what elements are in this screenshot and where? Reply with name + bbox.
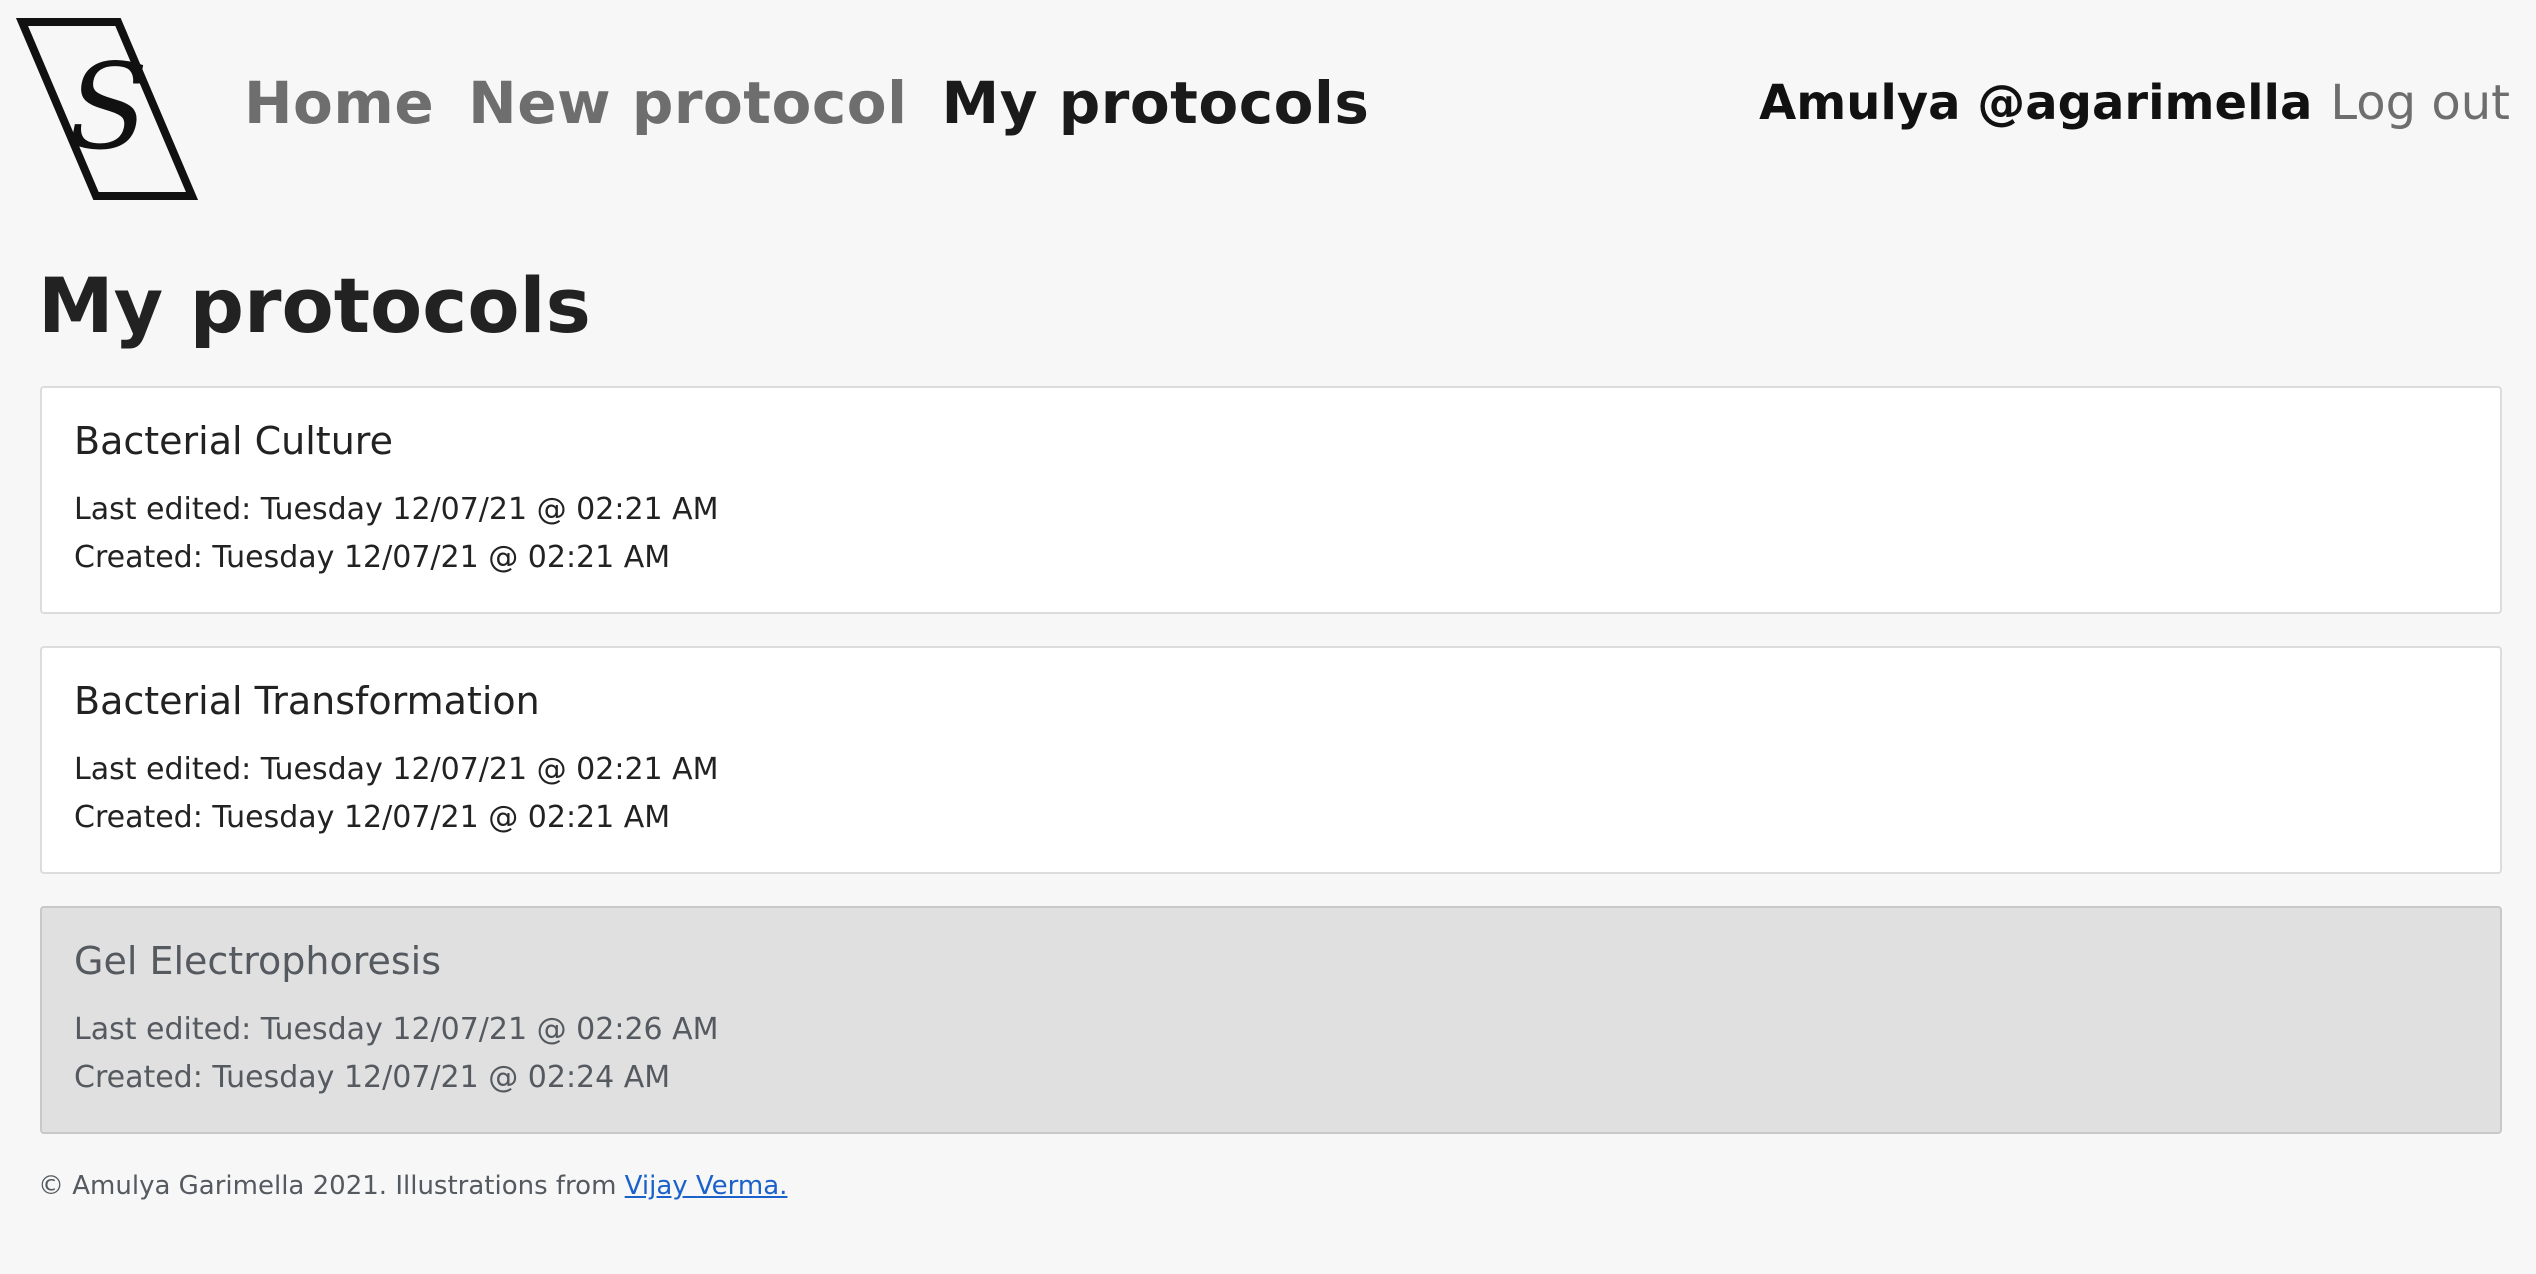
protocol-name: Gel Electrophoresis — [74, 939, 442, 983]
protocol-created: Created: Tuesday 12/07/21 @ 02:21 AM — [74, 540, 671, 575]
user-display-name: Amulya @agarimella — [1759, 75, 2313, 131]
site-footer: © Amulya Garimella 2021. Illustrations f… — [38, 1166, 787, 1206]
protocol-created: Created: Tuesday 12/07/21 @ 02:21 AM — [74, 800, 671, 835]
user-area: Amulya @agarimella Log out — [1759, 58, 2510, 148]
site-header: S Home New protocol My protocols Amulya … — [0, 0, 2536, 220]
footer-illustrator-link[interactable]: Vijay Verma. — [625, 1171, 788, 1201]
nav-new-protocol-link[interactable]: New protocol — [468, 69, 907, 137]
nav-my-protocols-link[interactable]: My protocols — [941, 69, 1369, 137]
protocol-card[interactable]: Gel Electrophoresis Last edited: Tuesday… — [40, 906, 2502, 1134]
protocol-card[interactable]: Bacterial Culture Last edited: Tuesday 1… — [40, 386, 2502, 614]
protocol-created: Created: Tuesday 12/07/21 @ 02:24 AM — [74, 1060, 671, 1095]
footer-copyright: © Amulya Garimella 2021. Illustrations f… — [38, 1171, 625, 1201]
site-logo[interactable]: S — [15, 18, 199, 202]
protocol-name: Bacterial Transformation — [74, 679, 540, 723]
protocol-last-edited: Last edited: Tuesday 12/07/21 @ 02:21 AM — [74, 752, 719, 787]
page-title: My protocols — [38, 261, 591, 350]
main-nav: Home New protocol My protocols — [244, 58, 1403, 148]
svg-text:S: S — [68, 38, 149, 176]
protocol-card[interactable]: Bacterial Transformation Last edited: Tu… — [40, 646, 2502, 874]
logout-link[interactable]: Log out — [2330, 75, 2510, 131]
protocol-last-edited: Last edited: Tuesday 12/07/21 @ 02:21 AM — [74, 492, 719, 527]
logo-s-icon: S — [15, 18, 199, 200]
protocol-name: Bacterial Culture — [74, 419, 393, 463]
protocol-list: Bacterial Culture Last edited: Tuesday 1… — [40, 386, 2502, 1166]
protocol-last-edited: Last edited: Tuesday 12/07/21 @ 02:26 AM — [74, 1012, 719, 1047]
nav-home-link[interactable]: Home — [244, 69, 434, 137]
